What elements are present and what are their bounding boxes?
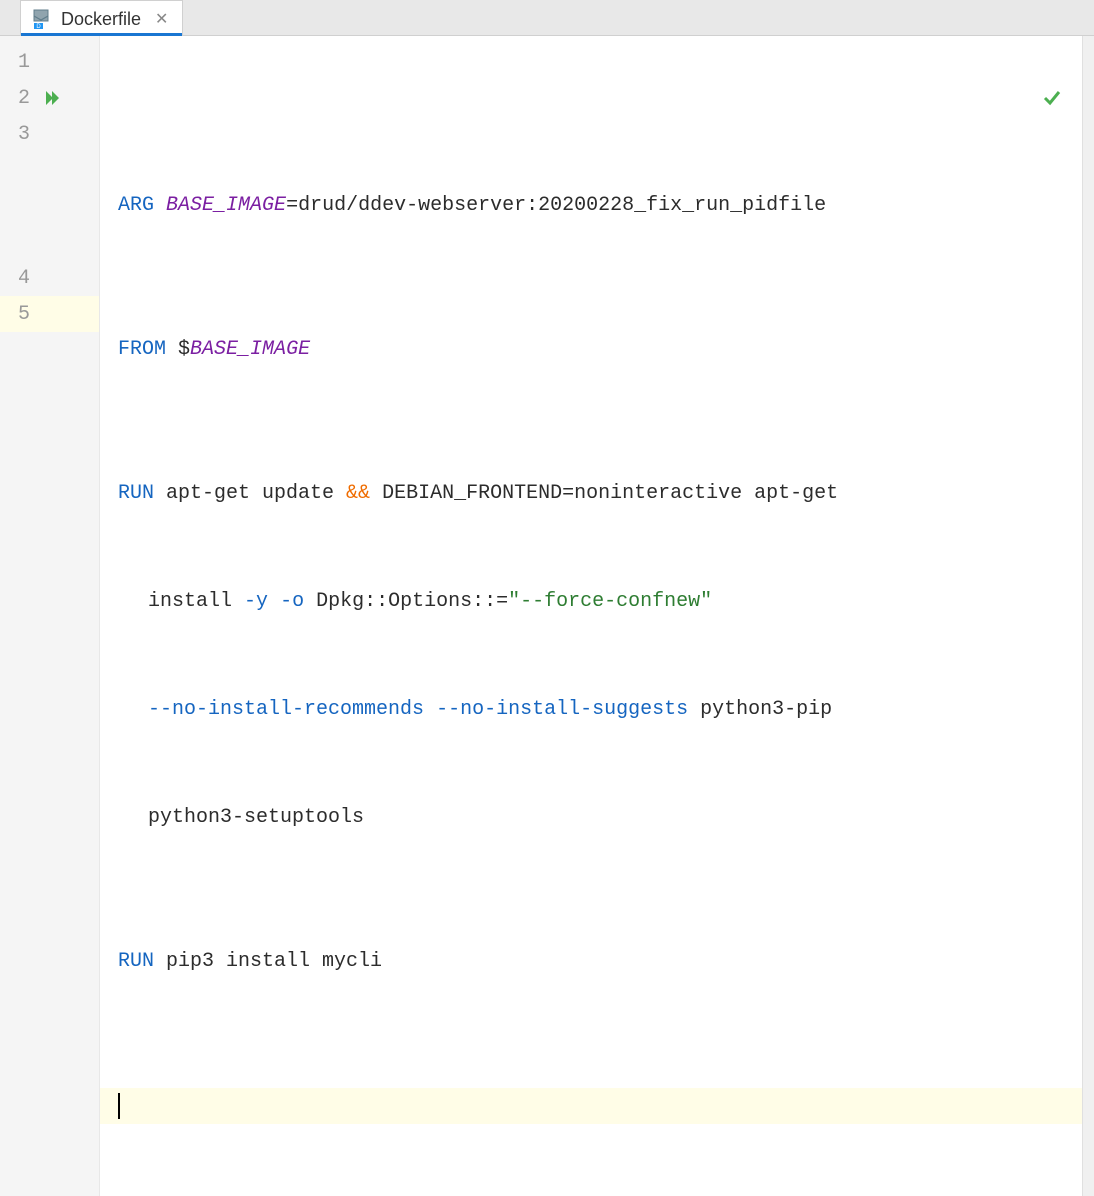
scrollbar[interactable] xyxy=(1082,36,1094,1196)
line-number[interactable]: 1 xyxy=(0,44,99,80)
tab-filename: Dockerfile xyxy=(61,9,141,30)
code-line-wrap[interactable]: install -y -o Dpkg::Options::="--force-c… xyxy=(118,584,1082,620)
checkmark-icon[interactable] xyxy=(970,50,1062,158)
code-area[interactable]: ARG BASE_IMAGE=drud/ddev-webserver:20200… xyxy=(100,36,1082,1196)
code-line[interactable]: RUN apt-get update && DEBIAN_FRONTEND=no… xyxy=(118,476,1082,512)
svg-text:D: D xyxy=(36,24,41,30)
gutter[interactable]: 1 2 3 4 5 xyxy=(0,36,100,1196)
line-number-wrap xyxy=(0,188,99,224)
code-line-cursor[interactable] xyxy=(100,1088,1082,1124)
line-number[interactable]: 2 xyxy=(0,80,99,116)
close-icon[interactable]: ✕ xyxy=(155,9,168,29)
run-gutter-icon[interactable] xyxy=(44,89,62,107)
text-caret xyxy=(118,1093,120,1119)
line-number[interactable]: 5 xyxy=(0,296,99,332)
tab-bar: D Dockerfile ✕ xyxy=(0,0,1094,36)
line-number-wrap xyxy=(0,152,99,188)
editor-area: 1 2 3 4 5 ARG BASE_IMAGE=drud/ddev-webse… xyxy=(0,36,1094,1196)
tab-dockerfile[interactable]: D Dockerfile ✕ xyxy=(20,0,183,35)
line-number[interactable]: 4 xyxy=(0,260,99,296)
line-number[interactable]: 3 xyxy=(0,116,99,152)
dockerfile-icon: D xyxy=(31,8,53,30)
code-line[interactable]: RUN pip3 install mycli xyxy=(118,944,1082,980)
line-number-wrap xyxy=(0,224,99,260)
code-line[interactable]: FROM $BASE_IMAGE xyxy=(118,332,1082,368)
code-line-wrap[interactable]: --no-install-recommends --no-install-sug… xyxy=(118,692,1082,728)
code-line[interactable]: ARG BASE_IMAGE=drud/ddev-webserver:20200… xyxy=(118,188,1082,224)
code-line-wrap[interactable]: python3-setuptools xyxy=(118,800,1082,836)
